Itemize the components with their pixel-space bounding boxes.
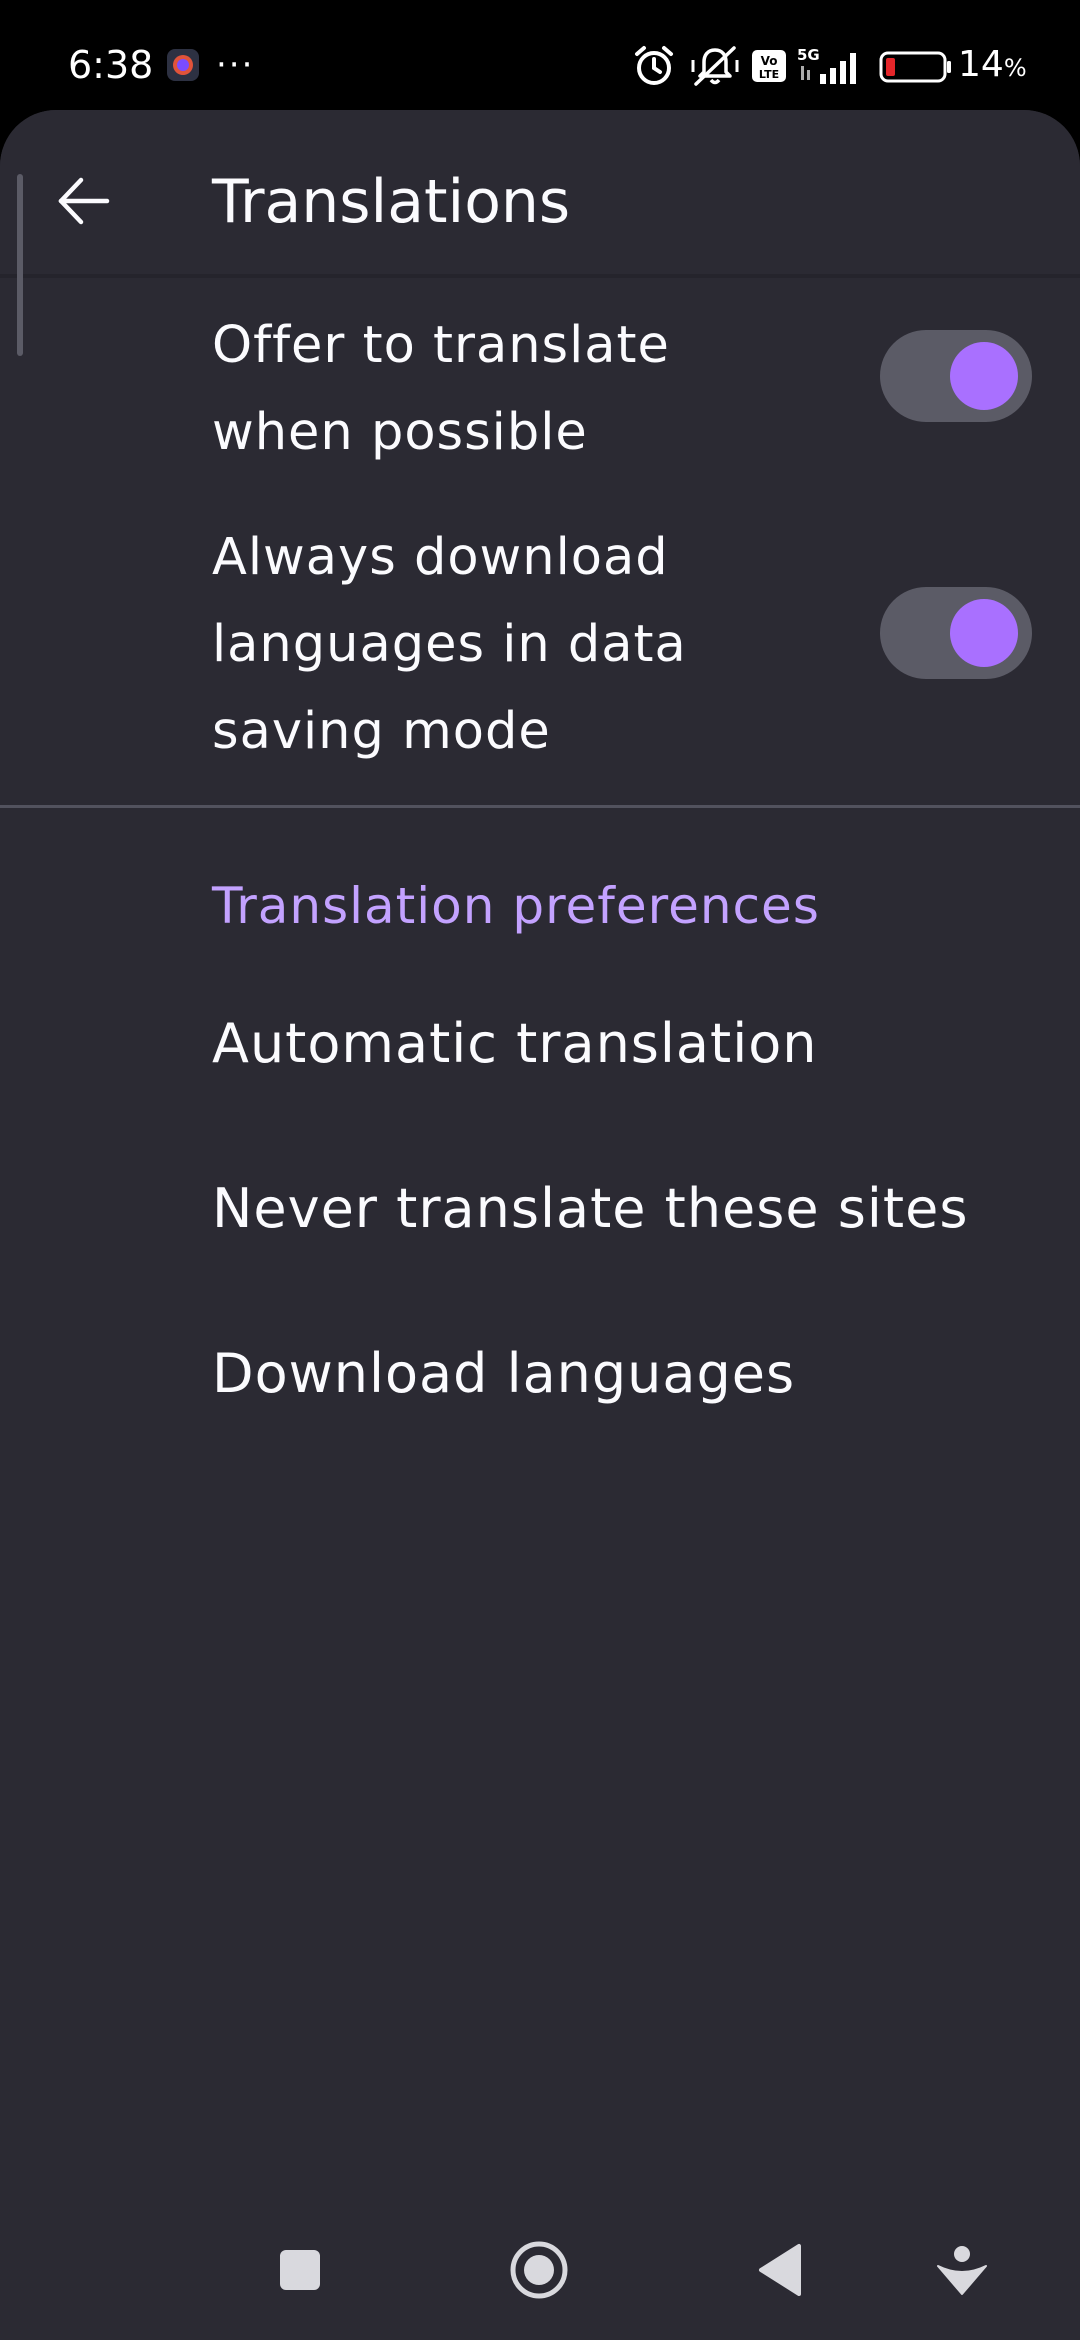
- screen: 6:38 ··· Vo LTE 5G 14% Translations Offe…: [0, 0, 1080, 2340]
- back-button[interactable]: [38, 156, 128, 246]
- svg-text:5G: 5G: [797, 46, 820, 64]
- arrow-left-icon: [58, 177, 110, 225]
- translation-preferences-header: Translation preferences: [212, 877, 820, 935]
- volte-icon: Vo LTE: [752, 50, 786, 82]
- alarm-icon: [635, 46, 673, 85]
- toggle-knob: [950, 342, 1018, 410]
- recents-button[interactable]: [250, 2220, 350, 2320]
- battery-percent-unit: %: [1003, 54, 1027, 82]
- settings-sheet: Translations Offer to translate when pos…: [0, 110, 1080, 2340]
- always-download-row[interactable]: Always download languages in data saving…: [0, 500, 1080, 800]
- vibrate-off-icon: [691, 46, 739, 86]
- never-translate-sites-item[interactable]: Never translate these sites: [0, 1133, 1080, 1283]
- battery-percent-value: 14: [958, 44, 1004, 85]
- more-notifications-indicator: ···: [216, 45, 255, 85]
- svg-text:Vo: Vo: [761, 54, 778, 68]
- page-title: Translations: [212, 167, 571, 237]
- always-download-label: Always download languages in data saving…: [212, 528, 687, 761]
- toggle-knob: [950, 599, 1018, 667]
- battery-low-icon: [879, 51, 951, 83]
- download-languages-label: Download languages: [212, 1342, 796, 1405]
- assistant-down-icon: [937, 2246, 987, 2295]
- automatic-translation-label: Automatic translation: [212, 1012, 818, 1075]
- home-button[interactable]: [489, 2220, 589, 2320]
- system-back-button[interactable]: [730, 2220, 830, 2320]
- offer-translate-row[interactable]: Offer to translate when possible: [0, 286, 1080, 496]
- 5g-signal-icon: 5G: [797, 46, 856, 84]
- home-circle-icon: [510, 2241, 568, 2299]
- navigation-bar: [0, 2200, 1080, 2340]
- app-bar-divider: [0, 274, 1080, 278]
- battery-percentage: 14%: [958, 40, 1027, 93]
- recents-square-icon: [280, 2250, 320, 2290]
- never-translate-sites-label: Never translate these sites: [212, 1177, 969, 1240]
- svg-text:LTE: LTE: [759, 68, 779, 81]
- status-time: 6:38: [68, 43, 154, 87]
- automatic-translation-item[interactable]: Automatic translation: [0, 968, 1080, 1118]
- offer-translate-label: Offer to translate when possible: [212, 316, 670, 462]
- app-notification-icon: [167, 49, 199, 81]
- offer-translate-toggle[interactable]: [880, 330, 1032, 422]
- section-divider: [0, 805, 1080, 808]
- back-triangle-icon: [759, 2244, 801, 2296]
- always-download-toggle[interactable]: [880, 587, 1032, 679]
- status-bar: 6:38 ··· Vo LTE 5G 14%: [0, 0, 1080, 110]
- download-languages-item[interactable]: Download languages: [0, 1298, 1080, 1448]
- app-bar: Translations: [0, 110, 1080, 276]
- assistant-button[interactable]: [912, 2220, 1012, 2320]
